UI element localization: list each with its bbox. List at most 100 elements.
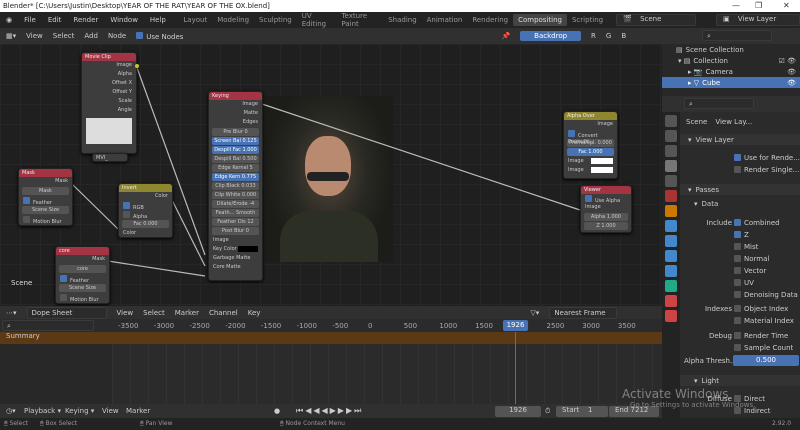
node-editor-canvas[interactable]: Movie Clip Image Alpha Offset X Offset Y…	[0, 44, 662, 306]
menu-file[interactable]: File	[18, 16, 42, 24]
keying-field[interactable]: Clip Black 0.033	[212, 182, 259, 190]
size-dropdown[interactable]: Scene Size	[59, 284, 106, 292]
menu-marker[interactable]: Marker	[126, 407, 150, 415]
pin-icon[interactable]: 📌	[501, 32, 510, 40]
pass-checkbox[interactable]: Denoising Data	[680, 289, 800, 300]
filter-icon[interactable]: ▽▾	[530, 309, 539, 317]
z-field[interactable]: Z 1.000	[584, 222, 628, 230]
start-frame-field[interactable]: Start 1	[556, 406, 608, 417]
menu-select[interactable]: Select	[143, 309, 165, 317]
channel-search[interactable]: ⌕	[2, 320, 94, 331]
outliner-search[interactable]: ⌕	[702, 30, 772, 41]
keying-field[interactable]: Pre Blur 0	[212, 128, 259, 136]
sample-count-checkbox[interactable]: Sample Count	[680, 342, 800, 353]
view-layer-selector[interactable]: ▣ View Layer	[716, 14, 800, 26]
data-subpanel-header[interactable]: ▾ Data	[680, 198, 800, 209]
movie-clip-node[interactable]: Movie Clip Image Alpha Offset X Offset Y…	[81, 52, 139, 154]
feather-checkbox[interactable]: Feather	[19, 196, 72, 206]
blender-logo-icon[interactable]: ◉	[0, 16, 18, 24]
invert-node[interactable]: Invert Color RGB Alpha Fac 0.000 Color	[118, 183, 173, 238]
menu-node[interactable]: Node	[108, 32, 126, 40]
physics-tab-icon[interactable]	[665, 250, 677, 262]
record-button[interactable]: ●	[274, 407, 280, 415]
motion-blur-checkbox[interactable]: Motion Blur	[19, 215, 72, 225]
pass-checkbox[interactable]: UV	[680, 277, 800, 288]
constraints-tab-icon[interactable]	[665, 265, 677, 277]
outliner-collection[interactable]: ▾ ▤ Collection ☑ 👁	[662, 55, 800, 66]
alpha-field[interactable]: Alpha 1.000	[584, 213, 628, 221]
keying-field[interactable]: Edge Kern 0.775	[212, 173, 259, 181]
menu-add[interactable]: Add	[84, 32, 98, 40]
menu-select[interactable]: Select	[53, 32, 75, 40]
core-mask-node[interactable]: core Mask core Feather Scene Size Motion…	[55, 246, 110, 304]
backdrop-button[interactable]: Backdrop	[520, 31, 582, 41]
menu-key[interactable]: Key	[248, 309, 261, 317]
channel-b-button[interactable]: B	[621, 32, 626, 40]
output-tab-icon[interactable]	[665, 145, 677, 157]
pass-checkbox[interactable]: Combined	[680, 217, 800, 228]
menu-playback[interactable]: Playback ▾	[24, 407, 61, 415]
mask-node[interactable]: Mask Mask Mask Feather Scene Size Motion…	[18, 168, 73, 226]
material-tab-icon[interactable]	[665, 295, 677, 307]
view-layer-tab-icon[interactable]	[665, 160, 677, 172]
tab-compositing[interactable]: Compositing	[513, 14, 567, 26]
clip-selector[interactable]: MVI_	[92, 153, 128, 162]
render-single-checkbox[interactable]: Render Single...	[680, 164, 800, 175]
keying-field[interactable]: Dilate/Erode -4	[212, 200, 259, 208]
menu-keying[interactable]: Keying ▾	[65, 407, 94, 415]
editor-type-icon[interactable]: ⋯▾	[6, 309, 17, 317]
object-tab-icon[interactable]	[665, 205, 677, 217]
editor-type-icon[interactable]: ◷▾	[6, 407, 16, 415]
tab-sculpting[interactable]: Sculpting	[254, 14, 297, 26]
use-for-render-checkbox[interactable]: Use for Rende...	[680, 152, 800, 163]
tab-texture-paint[interactable]: Texture Paint	[336, 10, 383, 30]
maximize-button[interactable]: ❐	[755, 1, 762, 10]
menu-marker[interactable]: Marker	[175, 309, 199, 317]
rgb-checkbox[interactable]: RGB	[119, 201, 172, 211]
outliner-camera[interactable]: ▸ 📷 Camera 👁	[662, 66, 800, 77]
tab-modeling[interactable]: Modeling	[212, 14, 254, 26]
keying-field[interactable]: Edge Kernel 5	[212, 164, 259, 172]
menu-help[interactable]: Help	[144, 16, 172, 24]
menu-window[interactable]: Window	[104, 16, 144, 24]
tab-layout[interactable]: Layout	[178, 14, 212, 26]
modifier-tab-icon[interactable]	[665, 220, 677, 232]
material-index-checkbox[interactable]: Material Index	[680, 315, 800, 326]
render-time-checkbox[interactable]: Render Time	[680, 330, 800, 341]
input-image-1[interactable]: Image	[564, 157, 617, 166]
menu-view[interactable]: View	[102, 407, 119, 415]
snap-dropdown[interactable]: Nearest Frame	[549, 306, 618, 319]
alpha-threshold-slider[interactable]: 0.500	[733, 355, 799, 366]
use-alpha-checkbox[interactable]: Use Alpha	[581, 194, 631, 204]
menu-render[interactable]: Render	[67, 16, 104, 24]
texture-tab-icon[interactable]	[665, 310, 677, 322]
scene-selector[interactable]: 🎬 Scene	[616, 14, 697, 26]
outliner-cube[interactable]: ▸ ▽ Cube 👁	[662, 77, 800, 88]
particles-tab-icon[interactable]	[665, 235, 677, 247]
alpha-over-node[interactable]: Alpha Over Image Convert Premulti... Pre…	[563, 111, 618, 179]
menu-channel[interactable]: Channel	[209, 309, 238, 317]
world-tab-icon[interactable]	[665, 190, 677, 202]
view-layer-panel-header[interactable]: ▾ View Layer	[680, 134, 800, 145]
object-index-checkbox[interactable]: Object Index	[680, 303, 800, 314]
tab-uv-editing[interactable]: UV Editing	[297, 10, 337, 30]
motion-blur-checkbox[interactable]: Motion Blur	[56, 293, 109, 303]
keying-field[interactable]: Clip White 0.000	[212, 191, 259, 199]
feather-checkbox[interactable]: Feather	[56, 274, 109, 284]
input-image-2[interactable]: Image	[564, 166, 617, 175]
mask-selector[interactable]: core	[59, 265, 106, 273]
alpha-checkbox[interactable]: Alpha	[119, 210, 172, 220]
keying-field[interactable]: Despill Bal 0.500	[212, 155, 259, 163]
data-tab-icon[interactable]	[665, 280, 677, 292]
tab-animation[interactable]: Animation	[422, 14, 468, 26]
playback-controls[interactable]: ⏮◀◀◀▶▶▶⏭	[296, 406, 363, 416]
frame-ruler[interactable]: ⌕ -3500 -3000 -2500 -2000 -1500 -1000 -500 0 500…	[0, 319, 662, 332]
keying-field[interactable]: Feath... Smooth	[212, 209, 259, 217]
scene-tab-icon[interactable]	[665, 175, 677, 187]
current-frame-badge[interactable]: 1926	[503, 320, 528, 331]
keying-field[interactable]: Feather Dis 12	[212, 218, 259, 226]
menu-view[interactable]: View	[26, 32, 43, 40]
keying-node[interactable]: Keying Image Matte Edges Pre Blur 0 Scree…	[208, 91, 263, 281]
channel-r-button[interactable]: R	[591, 32, 596, 40]
editor-type-icon[interactable]: ▦▾	[6, 32, 16, 40]
